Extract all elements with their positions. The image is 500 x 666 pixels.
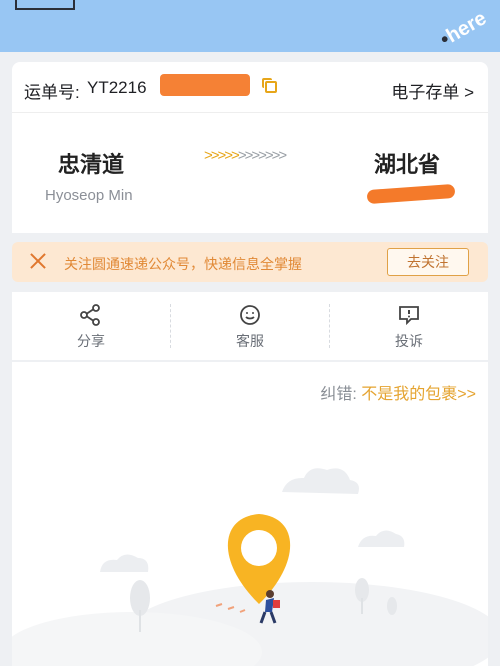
top-frame-line: [15, 0, 75, 10]
route-card: 忠清道 Hyoseop Min >>>>>>>>>>>> 湖北省: [12, 112, 488, 233]
customer-service-label: 客服: [236, 333, 264, 349]
empty-state-illustration: [12, 468, 488, 666]
correction-row: 纠错: 不是我的包裹>>: [320, 380, 476, 404]
complaint-label: 投诉: [395, 333, 423, 349]
here-watermark: •here: [436, 7, 490, 51]
share-action[interactable]: 分享: [12, 292, 170, 360]
correction-prefix: 纠错:: [320, 386, 357, 403]
complaint-action[interactable]: 投诉: [330, 292, 488, 360]
share-label: 分享: [77, 333, 105, 349]
tracking-panel: 纠错: 不是我的包裹>>: [12, 362, 488, 666]
waybill-number: YT2216: [87, 78, 147, 97]
waybill-label: 运单号:: [24, 83, 80, 102]
close-icon[interactable]: [28, 251, 48, 271]
customer-service-action[interactable]: 客服: [171, 292, 329, 360]
redaction-mark: [160, 74, 250, 96]
electronic-slip-link[interactable]: 电子存单 >: [391, 78, 474, 103]
notice-text: 关注圆通速递公众号，快递信息全掌握: [64, 256, 302, 272]
waybill-card: 运单号: YT2216 电子存单 >: [12, 62, 488, 112]
customer-service-icon: [240, 305, 260, 325]
share-icon: [80, 304, 100, 326]
route-arrows-icon: >>>>>>>>>>>>: [204, 147, 287, 164]
follow-notice-banner: 关注圆通速递公众号，快递信息全掌握 去关注: [12, 242, 488, 282]
destination-province: 湖北省: [374, 152, 441, 177]
status-header: •here: [0, 0, 500, 52]
watermark-text: here: [442, 7, 490, 48]
sender-name: Hyoseop Min: [45, 187, 133, 204]
complaint-icon: [399, 306, 419, 326]
not-my-package-link[interactable]: 不是我的包裹>>: [361, 386, 476, 403]
action-bar: 分享 客服 投诉: [12, 292, 488, 360]
copy-icon[interactable]: [262, 78, 277, 93]
redaction-mark: [366, 183, 456, 205]
follow-button[interactable]: 去关注: [387, 248, 469, 276]
origin-city: 忠清道: [58, 152, 125, 177]
